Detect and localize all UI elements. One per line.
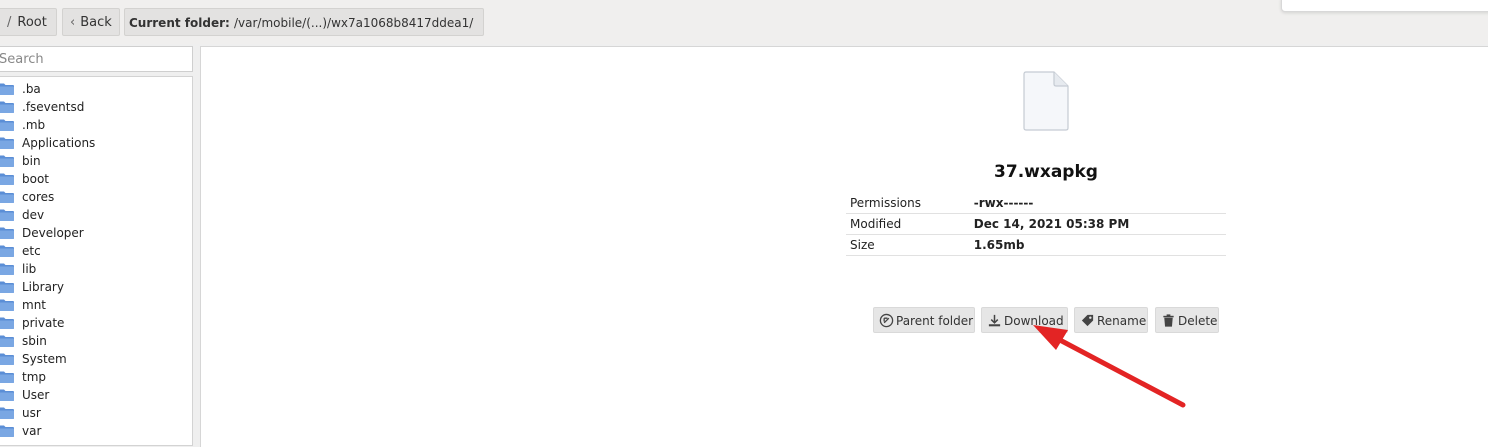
permissions-value: -rwx------ <box>969 193 1226 214</box>
download-label: Download <box>1004 314 1064 328</box>
folder-icon <box>0 389 14 401</box>
folder-icon <box>0 425 14 437</box>
folder-icon <box>0 281 14 293</box>
table-row: Modified Dec 14, 2021 05:38 PM <box>846 213 1226 235</box>
sidebar-item-label: tmp <box>22 370 47 384</box>
size-key: Size <box>846 234 970 256</box>
current-folder-breadcrumb: Current folder: /var/mobile/(...)/wx7a10… <box>124 8 484 36</box>
folder-icon <box>0 335 14 347</box>
sidebar-item-label: System <box>22 352 67 366</box>
folder-icon <box>0 263 14 275</box>
folder-icon <box>0 299 14 311</box>
sidebar-item-label: boot <box>22 172 50 186</box>
delete-button[interactable]: Delete <box>1155 307 1219 333</box>
folder-icon <box>0 83 14 95</box>
rename-button[interactable]: Rename <box>1074 307 1148 333</box>
folder-tree[interactable]: .ba .fseventsd .mb Applications bin boot cores… <box>0 76 193 446</box>
root-label: Root <box>17 15 47 30</box>
folder-icon <box>0 317 14 329</box>
dropdown-panel-edge <box>1281 0 1488 12</box>
sidebar-item-label: sbin <box>22 334 47 348</box>
chevron-left-icon: ‹ <box>70 15 76 30</box>
folder-icon <box>0 119 14 131</box>
modified-value: Dec 14, 2021 05:38 PM <box>969 213 1226 235</box>
sidebar-item-label: bin <box>22 154 41 168</box>
sidebar-item-label: lib <box>22 262 37 276</box>
size-value: 1.65mb <box>969 234 1226 256</box>
sidebar-item-label: private <box>22 316 65 330</box>
sidebar-item-label: dev <box>22 208 45 222</box>
sidebar-item-label: Applications <box>22 136 96 150</box>
top-toolbar: / Root ‹ Back Current folder: /var/mobile/… <box>0 0 1488 44</box>
back-label: Back <box>80 15 112 30</box>
sidebar-item-label: Developer <box>22 226 84 240</box>
permissions-key: Permissions <box>846 193 970 214</box>
folder-icon <box>0 245 14 257</box>
search-input[interactable] <box>0 46 193 72</box>
current-folder-label: Current folder: <box>129 16 230 30</box>
sidebar-item-label: cores <box>22 190 55 204</box>
parent-folder-icon <box>879 313 894 328</box>
modified-key: Modified <box>846 213 970 235</box>
sidebar-item-label: var <box>22 424 42 438</box>
sidebar-item-label: mnt <box>22 298 46 312</box>
folder-icon <box>0 227 14 239</box>
sidebar-item-label: .ba <box>22 82 41 96</box>
current-folder-path: /var/mobile/(...)/wx7a1068b8417ddea1/ <box>234 16 474 30</box>
folder-icon <box>0 101 14 113</box>
tag-icon <box>1081 314 1094 327</box>
root-button[interactable]: / Root <box>0 8 57 36</box>
folder-icon <box>0 137 14 149</box>
sidebar-item-label: usr <box>22 406 41 420</box>
parent-folder-label: Parent folder <box>896 314 974 328</box>
rename-label: Rename <box>1097 314 1147 328</box>
sidebar: .ba .fseventsd .mb Applications bin boot cores… <box>0 44 193 446</box>
sidebar-item-label: Library <box>22 280 64 294</box>
back-button[interactable]: ‹ Back <box>62 8 120 36</box>
table-row: Size 1.65mb <box>846 234 1226 256</box>
folder-icon <box>0 371 14 383</box>
folder-icon <box>0 155 14 167</box>
file-details-pane <box>200 46 1488 447</box>
sidebar-item-label: etc <box>22 244 41 258</box>
file-name: 37.wxapkg <box>994 162 1098 182</box>
separator-slash: / <box>7 15 12 30</box>
folder-icon <box>0 407 14 419</box>
folder-icon <box>0 191 14 203</box>
parent-folder-button[interactable]: Parent folder <box>873 307 975 333</box>
file-info-table: Permissions -rwx------ Modified Dec 14, … <box>846 193 1226 256</box>
sidebar-item-label: .fseventsd <box>22 100 85 114</box>
sidebar-item-label: User <box>22 388 50 402</box>
document-icon <box>1023 71 1069 131</box>
sidebar-item-label: .mb <box>22 118 46 132</box>
table-row: Permissions -rwx------ <box>846 193 1226 214</box>
download-button[interactable]: Download <box>981 307 1068 333</box>
download-icon <box>988 314 1001 327</box>
delete-label: Delete <box>1178 314 1218 328</box>
trash-icon <box>1163 314 1174 327</box>
folder-icon <box>0 173 14 185</box>
folder-icon <box>0 209 14 221</box>
folder-icon <box>0 353 14 365</box>
